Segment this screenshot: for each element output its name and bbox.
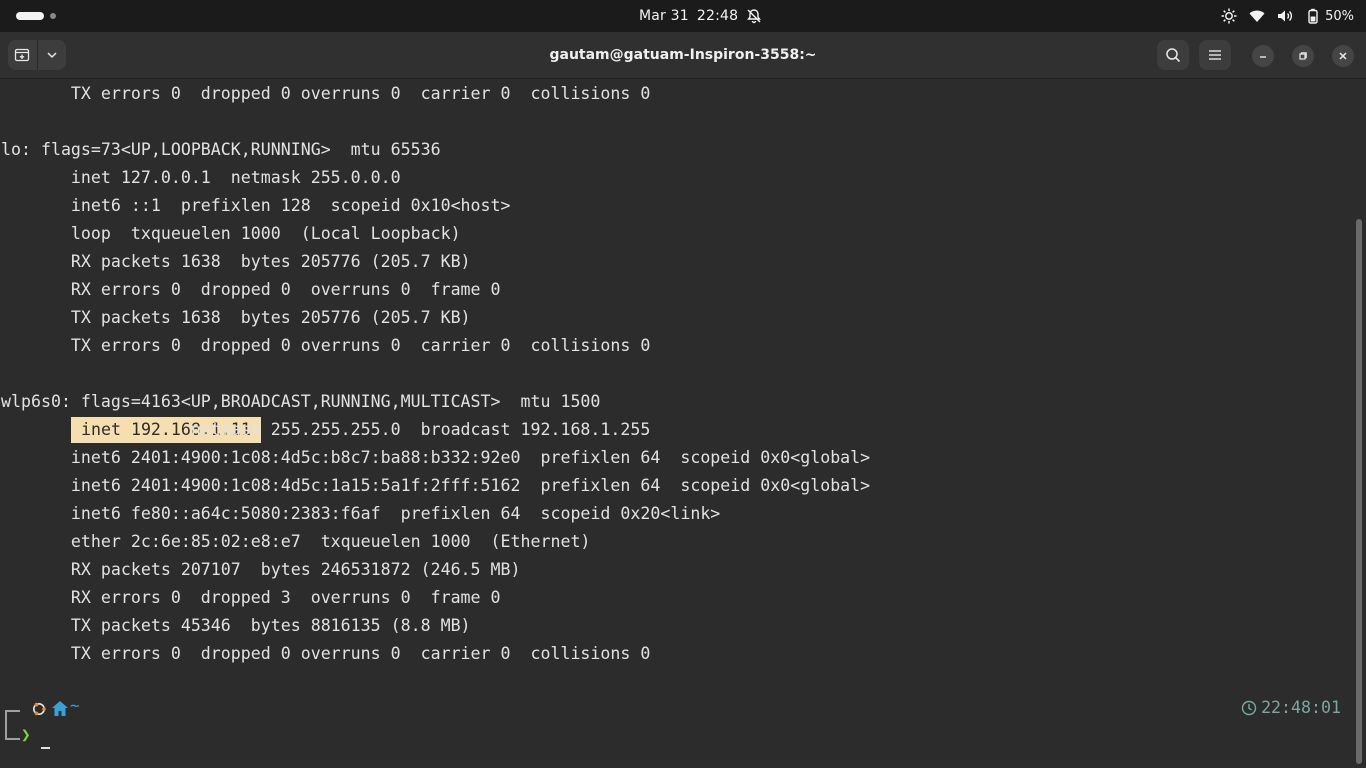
clock-button[interactable]: Mar 31 22:48 [639,0,762,32]
terminal-headerbar: gautam@gatuam-Inspiron-3558:~ [0,32,1366,79]
right-prompt: 22:48:01 [1241,698,1341,717]
terminal-line: inet6 ::1 prefixlen 128 scopeid 0x10<hos… [1,196,511,215]
terminal-line: RX errors 0 dropped 3 overruns 0 frame 0 [1,588,501,607]
system-top-bar: Mar 31 22:48 50% [0,0,1366,32]
terminal-line: TX packets 45346 bytes 8816135 (8.8 MB) [1,616,471,635]
prompt-directory: ~ [70,696,80,715]
search-button[interactable] [1157,40,1189,70]
new-tab-button[interactable] [8,40,37,70]
new-tab-icon [15,48,30,62]
terminal-line: ether 2c:6e:85:02:e8:e7 txqueuelen 1000 … [1,532,591,551]
home-icon [52,701,68,716]
terminal-line: netmask 255.255.255.0 broadcast 192.168.… [1,420,651,439]
volume-icon [1278,10,1293,22]
clock-icon [1241,700,1257,715]
new-tab-dropdown-button[interactable] [38,40,67,70]
workspace-indicator-dot[interactable] [50,13,56,19]
prompt-arrow: ❯ [21,725,31,744]
notifications-muted-icon [747,9,762,24]
workspace-indicator-active[interactable] [16,12,44,20]
prompt-time: 22:48:01 [1261,698,1341,717]
chevron-down-icon [47,52,57,59]
new-tab-split-button [8,40,66,70]
wifi-icon [1249,10,1265,22]
battery-percentage: 50% [1325,8,1354,24]
scrollbar[interactable] [1356,219,1362,764]
terminal-output[interactable]: TX errors 0 dropped 0 overruns 0 carrier… [0,79,1366,768]
system-tray[interactable]: 50% [1221,0,1354,32]
brightness-icon [1221,8,1237,24]
terminal-line: inet6 fe80::a64c:5080:2383:f6af prefixle… [1,504,721,523]
battery-icon [1308,8,1318,24]
terminal-line: wlp6s0: flags=4163<UP,BROADCAST,RUNNING,… [1,392,601,411]
terminal-line: RX packets 207107 bytes 246531872 (246.5… [1,560,521,579]
ubuntu-logo-icon [33,702,46,716]
terminal-line: TX errors 0 dropped 0 overruns 0 carrier… [1,336,651,355]
minimize-button[interactable] [1252,45,1274,67]
restore-icon [1299,52,1307,60]
terminal-line: inet6 2401:4900:1c08:4d5c:1a15:5a1f:2fff… [1,476,871,495]
terminal-line: RX errors 0 dropped 0 overruns 0 frame 0 [1,280,501,299]
close-icon [1339,52,1347,60]
hamburger-menu-icon [1209,50,1221,60]
terminal-line: RX packets 1638 bytes 205776 (205.7 KB) [1,252,471,271]
terminal-line: loop txqueuelen 1000 (Local Loopback) [1,224,461,243]
clock-date: Mar 31 [639,8,689,24]
terminal-line: inet6 2401:4900:1c08:4d5c:b8c7:ba88:b332… [1,448,871,467]
main-menu-button[interactable] [1199,40,1231,70]
text-cursor [41,747,50,749]
terminal-line: TX errors 0 dropped 0 overruns 0 carrier… [1,84,651,103]
minimize-icon [1260,56,1266,58]
terminal-line: TX packets 1638 bytes 205776 (205.7 KB) [1,308,471,327]
terminal-line: inet 127.0.0.1 netmask 255.0.0.0 [1,168,401,187]
terminal-line: TX errors 0 dropped 0 overruns 0 carrier… [1,644,651,663]
clock-time: 22:48 [696,8,739,24]
close-button[interactable] [1332,45,1354,67]
maximize-button[interactable] [1292,45,1314,67]
terminal-line: lo: flags=73<UP,LOOPBACK,RUNNING> mtu 65… [1,140,441,159]
search-icon [1166,48,1181,63]
